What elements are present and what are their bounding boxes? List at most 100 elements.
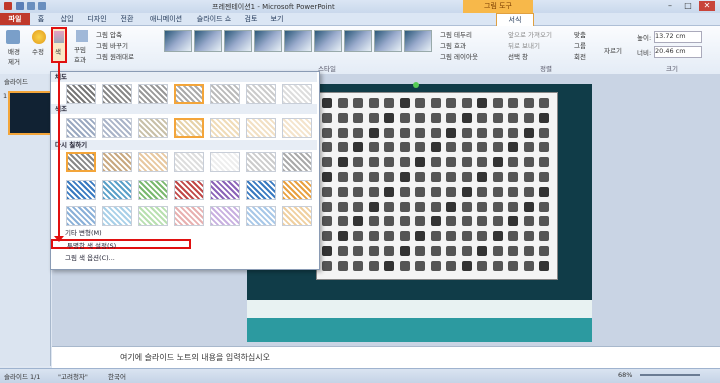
color-swatch[interactable] bbox=[246, 152, 276, 172]
close-button[interactable]: ✕ bbox=[699, 1, 715, 11]
picture-style-4[interactable] bbox=[254, 30, 282, 52]
color-swatch[interactable] bbox=[102, 180, 132, 200]
clipart-icon bbox=[508, 201, 518, 212]
color-swatch[interactable] bbox=[210, 118, 240, 138]
color-swatch[interactable] bbox=[282, 118, 312, 138]
color-swatch[interactable] bbox=[102, 84, 132, 104]
color-swatch[interactable] bbox=[174, 206, 204, 226]
reset-picture-button[interactable]: 그림 원래대로 bbox=[96, 51, 134, 61]
color-swatch[interactable] bbox=[282, 180, 312, 200]
color-swatch[interactable] bbox=[138, 152, 168, 172]
width-field[interactable]: 20.46 cm bbox=[654, 46, 702, 58]
clipart-icon bbox=[477, 157, 487, 168]
tab-slideshow[interactable]: 슬라이드 쇼 bbox=[192, 13, 236, 25]
save-icon[interactable] bbox=[16, 2, 24, 10]
picture-style-6[interactable] bbox=[314, 30, 342, 52]
picture-color-options-item[interactable]: 그림 색 옵션(C)... bbox=[51, 253, 317, 263]
color-swatch[interactable] bbox=[66, 180, 96, 200]
set-transparent-color-item[interactable]: 투명한 색 설정(S) bbox=[51, 239, 191, 250]
color-swatch[interactable] bbox=[210, 84, 240, 104]
color-swatch[interactable] bbox=[66, 118, 96, 138]
picture-style-1[interactable] bbox=[164, 30, 192, 52]
color-swatch[interactable] bbox=[66, 84, 96, 104]
align-button[interactable]: 맞춤 bbox=[574, 29, 586, 39]
color-swatch[interactable] bbox=[102, 206, 132, 226]
tab-transitions[interactable]: 전환 bbox=[116, 13, 138, 25]
picture-border-button[interactable]: 그림 테두리 bbox=[440, 29, 472, 39]
bring-forward-button[interactable]: 앞으로 가져오기 bbox=[508, 29, 552, 39]
height-field[interactable]: 13.72 cm bbox=[654, 31, 702, 43]
picture-effects-button[interactable]: 그림 효과 bbox=[440, 40, 466, 50]
color-swatch[interactable] bbox=[246, 118, 276, 138]
color-swatch[interactable] bbox=[174, 118, 204, 138]
color-swatch[interactable] bbox=[210, 180, 240, 200]
color-swatch[interactable] bbox=[138, 118, 168, 138]
color-swatch[interactable] bbox=[246, 84, 276, 104]
color-swatch[interactable] bbox=[282, 84, 312, 104]
color-swatch[interactable] bbox=[66, 152, 96, 172]
change-picture-button[interactable]: 그림 바꾸기 bbox=[96, 40, 128, 50]
tab-insert[interactable]: 삽입 bbox=[56, 13, 78, 25]
picture-style-8[interactable] bbox=[374, 30, 402, 52]
clipart-icon bbox=[384, 216, 394, 227]
color-swatch[interactable] bbox=[138, 206, 168, 226]
clipart-icon bbox=[461, 142, 472, 153]
clipart-icon bbox=[508, 157, 518, 168]
selection-pane-button[interactable]: 선택 창 bbox=[508, 51, 528, 61]
picture-style-3[interactable] bbox=[224, 30, 252, 52]
color-swatch[interactable] bbox=[210, 152, 240, 172]
clipart-icon bbox=[353, 231, 363, 242]
undo-icon[interactable] bbox=[27, 2, 35, 10]
clipart-icon bbox=[337, 231, 348, 242]
color-swatch[interactable] bbox=[282, 206, 312, 226]
tab-file[interactable]: 파일 bbox=[0, 13, 30, 25]
slide-thumbnail[interactable] bbox=[8, 91, 52, 135]
rotate-button[interactable]: 회전 bbox=[574, 51, 586, 61]
color-swatch[interactable] bbox=[138, 84, 168, 104]
clipart-icon bbox=[415, 127, 425, 138]
color-swatch[interactable] bbox=[174, 152, 204, 172]
tab-design[interactable]: 디자인 bbox=[82, 13, 112, 25]
artistic-effects-icon[interactable] bbox=[76, 30, 88, 42]
color-swatch[interactable] bbox=[138, 180, 168, 200]
clipart-icon bbox=[508, 98, 518, 108]
slides-tab[interactable]: 슬라이드 bbox=[4, 76, 28, 86]
maximize-button[interactable]: □ bbox=[680, 1, 696, 11]
picture-layout-button[interactable]: 그림 레이아웃 bbox=[440, 51, 478, 61]
clipart-icon bbox=[368, 98, 379, 108]
picture-style-9[interactable] bbox=[404, 30, 432, 52]
group-button[interactable]: 그룹 bbox=[574, 40, 586, 50]
rotate-handle-icon[interactable] bbox=[413, 82, 419, 88]
minimize-button[interactable]: – bbox=[662, 1, 678, 11]
tab-view[interactable]: 보기 bbox=[266, 13, 288, 25]
picture-style-5[interactable] bbox=[284, 30, 312, 52]
clipart-icon bbox=[477, 260, 487, 271]
clipart-icon bbox=[523, 216, 534, 227]
remove-background-icon[interactable] bbox=[6, 30, 20, 44]
clipart-icon bbox=[399, 112, 410, 123]
tab-review[interactable]: 검토 bbox=[240, 13, 262, 25]
tab-home[interactable]: 홈 bbox=[34, 13, 48, 25]
clipart-icon bbox=[539, 157, 549, 168]
crop-button[interactable]: 자르기 bbox=[604, 45, 622, 55]
tab-animations[interactable]: 애니메이션 bbox=[144, 13, 188, 25]
color-swatch[interactable] bbox=[66, 206, 96, 226]
tab-format[interactable]: 서식 bbox=[496, 13, 534, 26]
compress-pictures-button[interactable]: 그림 압축 bbox=[96, 29, 122, 39]
redo-icon[interactable] bbox=[38, 2, 46, 10]
color-swatch[interactable] bbox=[246, 206, 276, 226]
clipart-icon bbox=[384, 98, 394, 108]
more-variations-item[interactable]: 기타 변형(M) bbox=[51, 228, 317, 238]
color-swatch[interactable] bbox=[282, 152, 312, 172]
color-swatch[interactable] bbox=[174, 84, 204, 104]
zoom-slider[interactable] bbox=[640, 374, 700, 376]
send-backward-button[interactable]: 뒤로 보내기 bbox=[508, 40, 540, 50]
color-swatch[interactable] bbox=[246, 180, 276, 200]
color-swatch[interactable] bbox=[102, 118, 132, 138]
color-swatch[interactable] bbox=[102, 152, 132, 172]
picture-style-2[interactable] bbox=[194, 30, 222, 52]
color-swatch[interactable] bbox=[174, 180, 204, 200]
corrections-icon[interactable] bbox=[32, 30, 46, 44]
color-swatch[interactable] bbox=[210, 206, 240, 226]
picture-style-7[interactable] bbox=[344, 30, 372, 52]
